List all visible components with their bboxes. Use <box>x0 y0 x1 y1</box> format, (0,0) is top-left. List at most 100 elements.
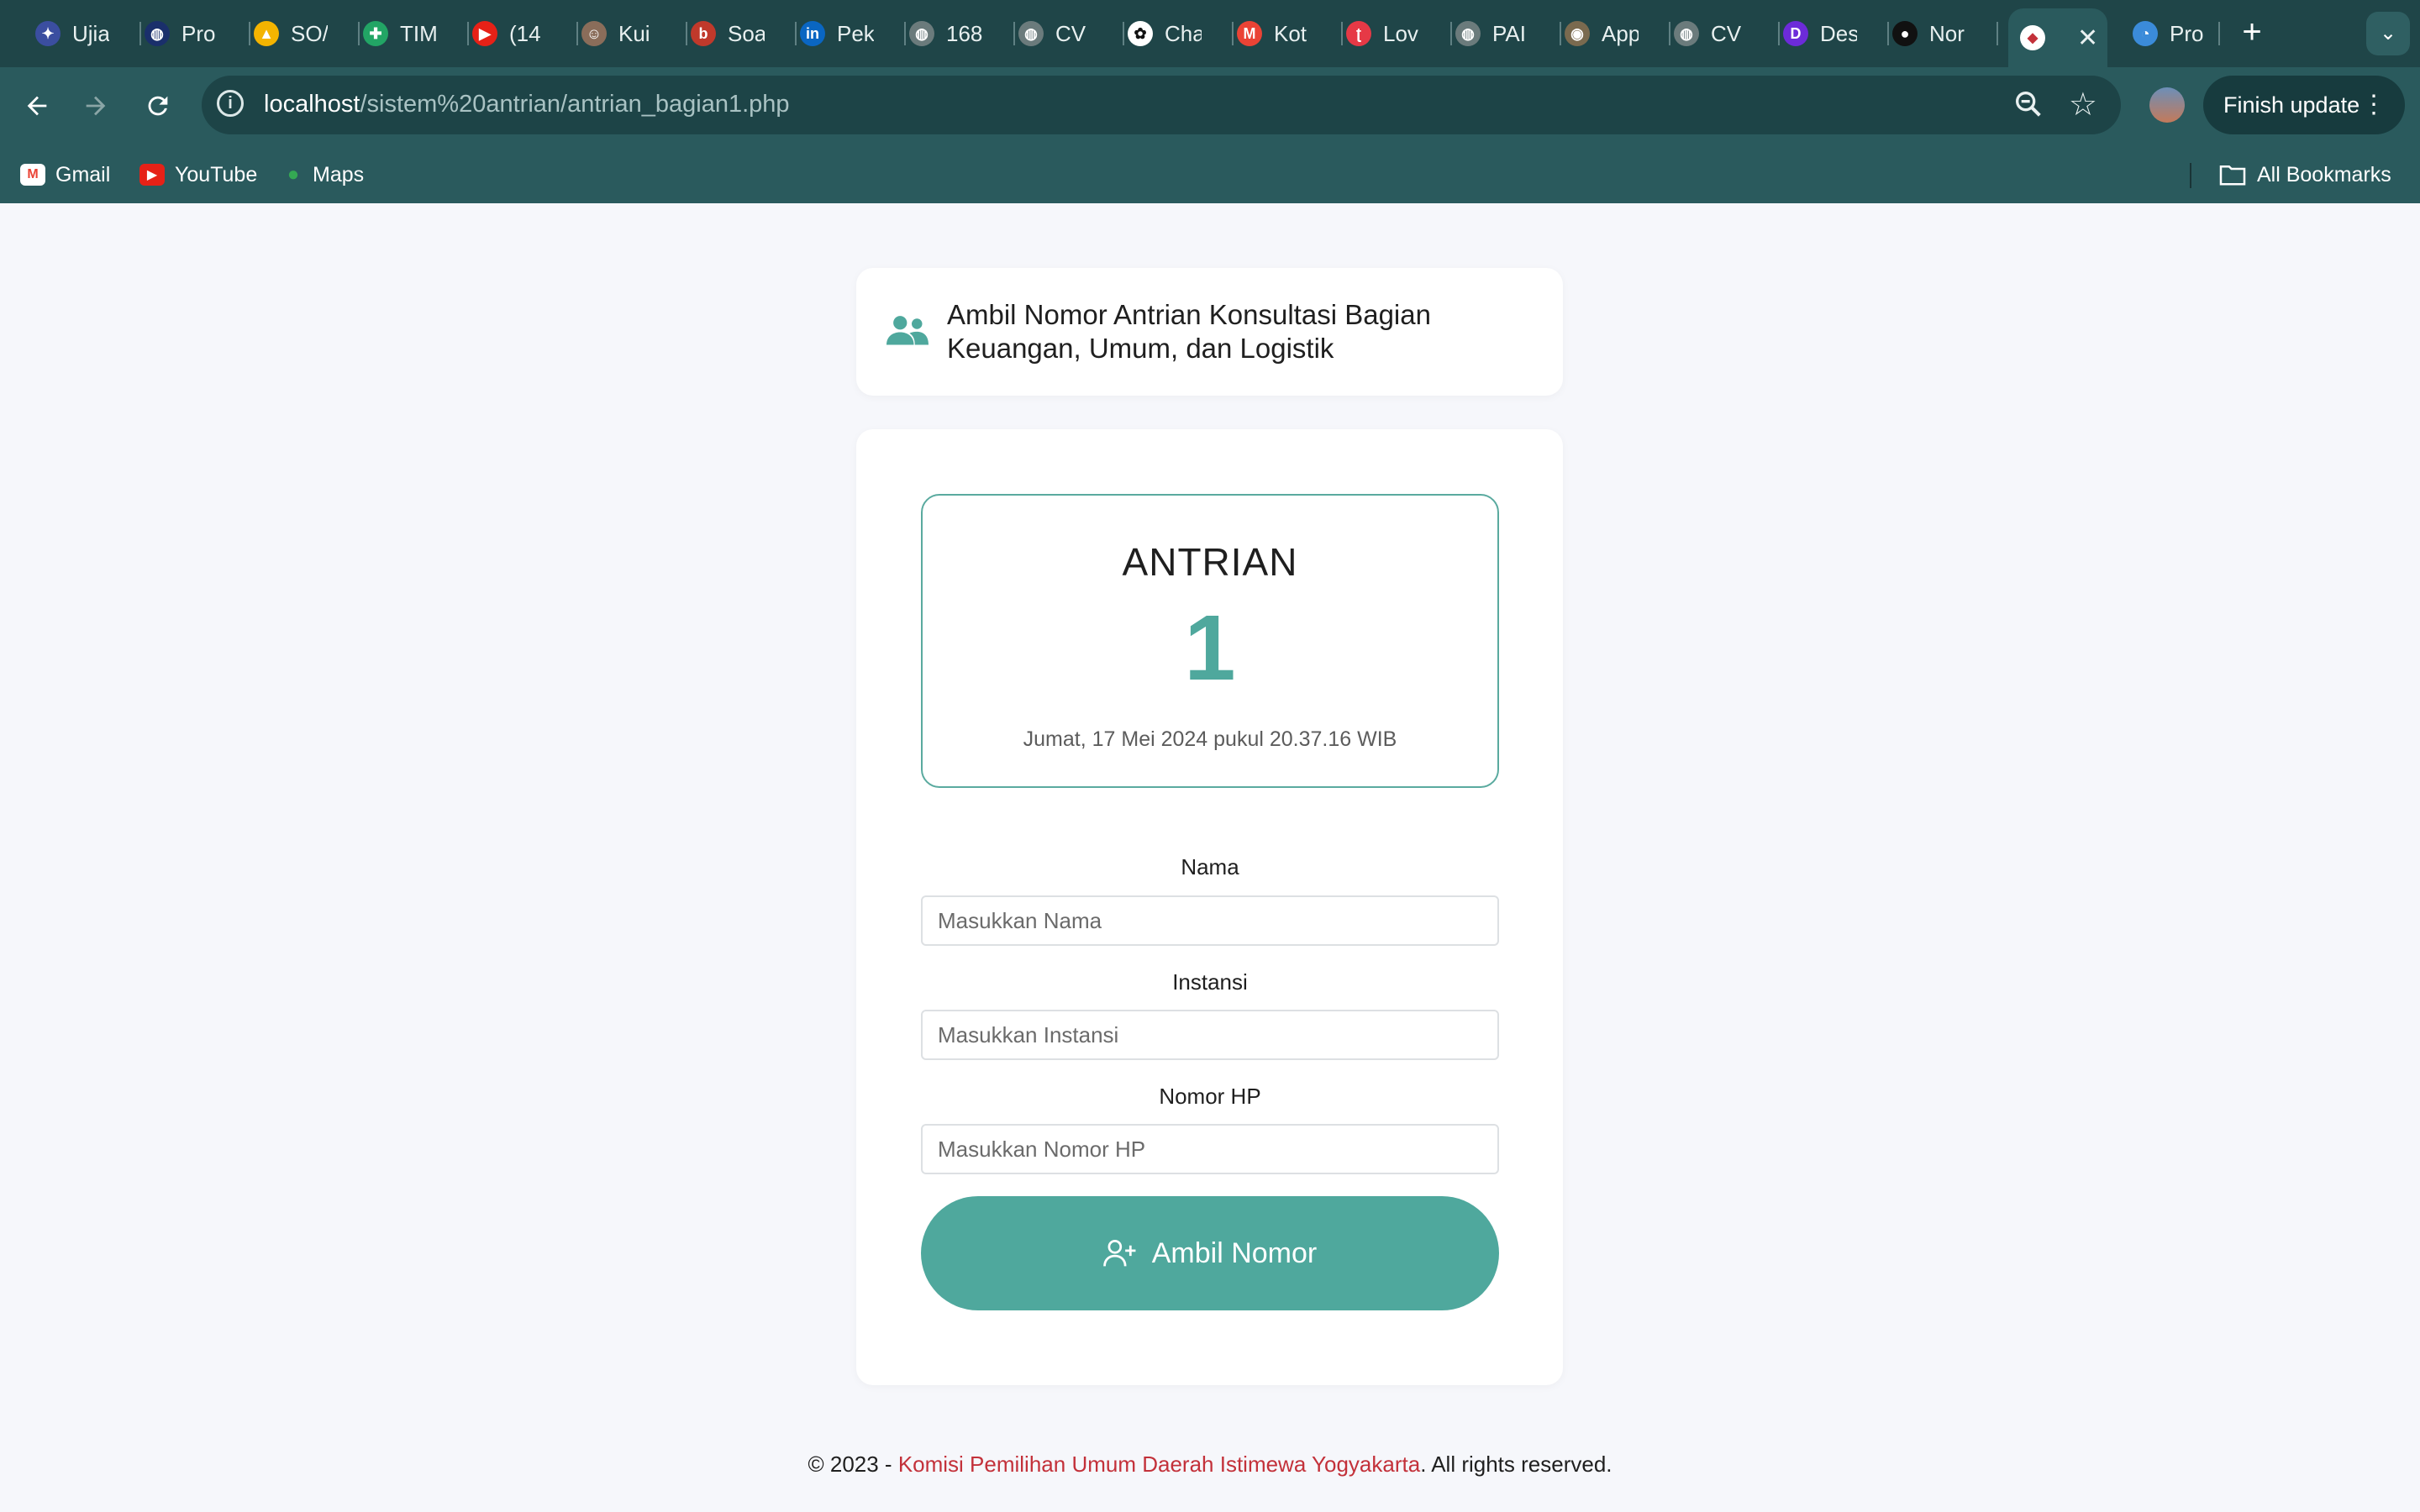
tab-title: Kot <box>1274 20 1307 46</box>
tab-title: PAI <box>1492 20 1526 46</box>
tab-title: Ujia <box>72 20 109 46</box>
tab-title: CV <box>1711 20 1742 46</box>
tab-16[interactable]: ◍ CV <box>1662 13 1761 54</box>
name-label: Nama <box>1181 854 1239 879</box>
more-menu-icon[interactable]: ⋮ <box>2361 76 2386 134</box>
new-tab-button[interactable]: + <box>2232 13 2272 54</box>
add-user-icon <box>1102 1240 1136 1267</box>
tab-15[interactable]: ◉ App <box>1553 13 1652 54</box>
tab-after-active[interactable]: ◔ Pro <box>2121 13 2220 54</box>
users-icon <box>886 316 929 345</box>
tab-18[interactable]: ● Nor <box>1881 13 1980 54</box>
footer-org-link[interactable]: Komisi Pemilihan Umum Daerah Istimewa Yo… <box>898 1452 1420 1477</box>
tab-title: Lov <box>1383 20 1418 46</box>
tab-8[interactable]: in Pek <box>788 13 887 54</box>
tab-5[interactable]: ▶ (14 <box>460 13 560 54</box>
tab-11[interactable]: ✿ Cha <box>1116 13 1215 54</box>
tab-6[interactable]: ☺ Kui <box>570 13 669 54</box>
sheets-icon: ✚ <box>363 21 388 46</box>
kpu-icon: ◆ <box>2020 25 2045 50</box>
phone-input[interactable] <box>921 1124 1499 1174</box>
forward-arrow-icon <box>86 96 106 116</box>
site-info-icon[interactable]: i <box>217 90 244 117</box>
tab-title: TIM <box>400 20 437 46</box>
queue-timestamp: Jumat, 17 Mei 2024 pukul 20.37.16 WIB <box>1023 727 1397 751</box>
bookmarks-bar: M Gmail ▶ YouTube ● Maps All Bookmarks <box>0 144 2420 203</box>
tab-title: 168 <box>946 20 983 46</box>
finish-update-label: Finish update <box>2223 92 2360 118</box>
tab-10[interactable]: ◍ CV <box>1007 13 1106 54</box>
tab-separator <box>1996 22 1998 45</box>
bookmark-maps[interactable]: ● Maps <box>284 158 364 192</box>
tab-title: SO/ <box>291 20 328 46</box>
phone-label: Nomor HP <box>1159 1084 1261 1109</box>
record-icon: ● <box>1892 21 1918 46</box>
tab-title: Cha <box>1165 20 1202 46</box>
drive-icon: ◔ <box>2133 21 2158 46</box>
back-arrow-icon <box>27 96 47 116</box>
tab-13[interactable]: ʈ Lov <box>1334 13 1434 54</box>
chatgpt-icon: ✿ <box>1128 21 1153 46</box>
url-path: /sistem%20antrian/antrian_bagian1.php <box>360 91 790 118</box>
tab-12[interactable]: M Kot <box>1225 13 1324 54</box>
university-icon: ✦ <box>35 21 60 46</box>
tab-7[interactable]: b Soa <box>679 13 778 54</box>
tab-14[interactable]: ◍ PAI <box>1444 13 1543 54</box>
seal-icon: ◉ <box>1565 21 1590 46</box>
reload-icon <box>148 96 168 116</box>
all-bookmarks-button[interactable]: All Bookmarks <box>2218 158 2391 192</box>
back-button[interactable] <box>17 86 57 126</box>
finish-update-button[interactable]: Finish update ⋮ <box>2203 76 2405 134</box>
bookmark-star-icon[interactable]: ☆ <box>2069 86 2097 123</box>
forward-button[interactable] <box>76 86 116 126</box>
tab-title: App <box>1602 20 1639 46</box>
take-number-button[interactable]: Ambil Nomor <box>921 1196 1499 1310</box>
youtube-icon: ▶ <box>472 21 497 46</box>
gmail-icon: M <box>20 164 45 186</box>
bookmark-gmail[interactable]: M Gmail <box>20 158 110 192</box>
tab-4[interactable]: ✚ TIM <box>351 13 450 54</box>
footer-prefix: © 2023 - <box>808 1452 898 1477</box>
reload-button[interactable] <box>138 86 178 126</box>
tab-title: (14 <box>509 20 541 46</box>
bookmark-youtube[interactable]: ▶ YouTube <box>139 158 257 192</box>
all-bookmarks-label: All Bookmarks <box>2257 162 2391 186</box>
globe-icon: ◍ <box>1674 21 1699 46</box>
queue-number: 1 <box>1184 596 1236 700</box>
url-host: localhost <box>264 91 360 118</box>
take-number-label: Ambil Nomor <box>1151 1236 1318 1269</box>
name-input[interactable] <box>921 895 1499 946</box>
bookmark-label: Maps <box>313 162 365 186</box>
browser-toolbar: i localhost/sistem%20antrian/antrian_bag… <box>0 67 2420 144</box>
tab-17[interactable]: D Des <box>1771 13 1870 54</box>
tab-3[interactable]: ▲ SO/ <box>242 13 341 54</box>
profile-avatar[interactable] <box>2149 87 2185 123</box>
tab-9[interactable]: ◍ 168 <box>897 13 997 54</box>
tab-active[interactable]: ◆ ✕ <box>2008 8 2107 67</box>
linkedin-icon: in <box>800 21 825 46</box>
url-text[interactable]: localhost/sistem%20antrian/antrian_bagia… <box>264 91 790 118</box>
tab-title: CV <box>1055 20 1086 46</box>
tab-search-button[interactable]: ⌄ <box>2366 12 2410 55</box>
tab-1[interactable]: ✦ Ujia <box>24 13 123 54</box>
quiz-icon: ☺ <box>581 21 607 46</box>
bookmarks-separator <box>2190 163 2191 188</box>
tab-title: Nor <box>1929 20 1965 46</box>
drive-icon: ▲ <box>254 21 279 46</box>
dealls-icon: D <box>1783 21 1808 46</box>
tab-title: Pro <box>2170 20 2204 46</box>
gmail-icon: M <box>1237 21 1262 46</box>
tab-strip: ✦ Ujia ◍ Pro ▲ SO/ ✚ TIM ▶ (14 ☺ Kui b Soa in Pek ◍ 168 ◍ C… <box>0 0 2420 67</box>
tab-separator <box>2218 22 2220 45</box>
globe-icon: ◍ <box>1018 21 1044 46</box>
tab-title: Pek <box>837 20 874 46</box>
tab-title: Kui <box>618 20 650 46</box>
footer-suffix: . All rights reserved. <box>1420 1452 1612 1477</box>
tab-2[interactable]: ◍ Pro <box>133 13 232 54</box>
instansi-input[interactable] <box>921 1010 1499 1060</box>
address-bar[interactable]: i localhost/sistem%20antrian/antrian_bag… <box>202 76 2121 134</box>
tinder-icon: ʈ <box>1346 21 1371 46</box>
zoom-icon[interactable] <box>2012 87 2045 121</box>
tab-title: Pro <box>182 20 216 46</box>
close-tab-icon[interactable]: ✕ <box>2077 24 2098 53</box>
